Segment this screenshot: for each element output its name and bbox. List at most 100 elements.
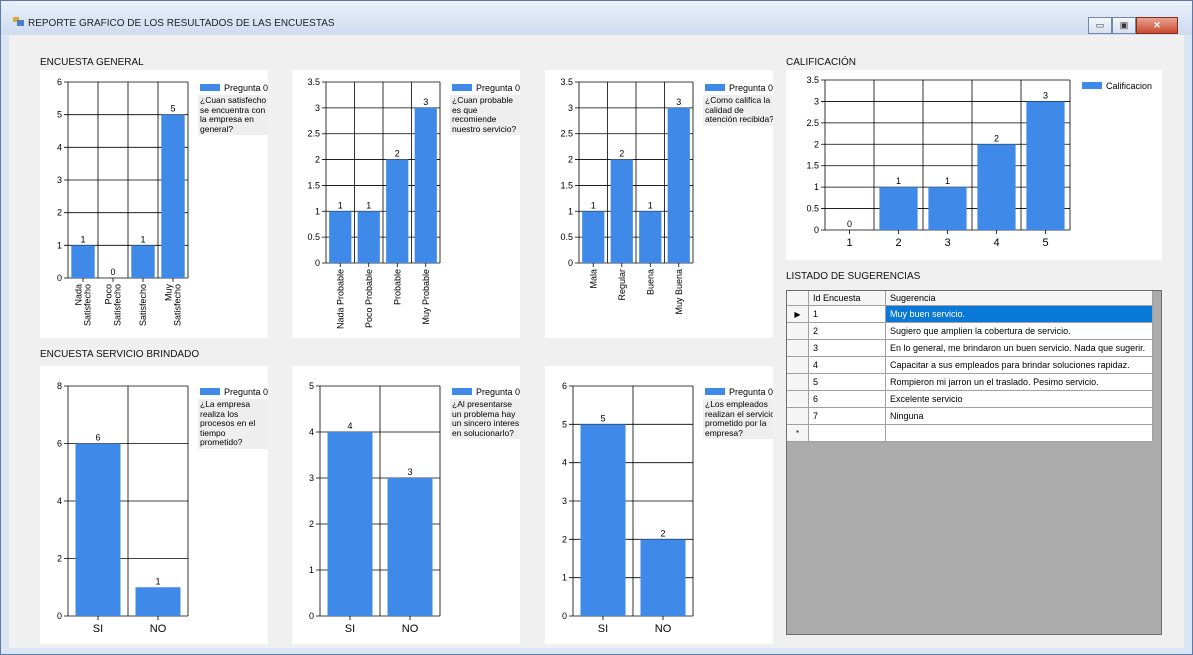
table-row[interactable]: 2 Sugiero que amplien la cobertura de se…	[787, 322, 1153, 340]
bar	[928, 187, 967, 230]
data-label: 0	[847, 219, 852, 229]
y-tick-label: 2	[568, 155, 573, 165]
y-tick-label: 3	[568, 103, 573, 113]
main-window: REPORTE GRAFICO DE LOS RESULTADOS DE LAS…	[0, 0, 1193, 655]
data-label: 1	[648, 200, 653, 210]
cell-id[interactable]: 3	[808, 339, 886, 357]
cell-id[interactable]: 7	[808, 407, 886, 425]
table-row[interactable]: 5 Rompieron mi jarron un el traslado. Pe…	[787, 373, 1153, 391]
bar	[135, 587, 181, 616]
data-label: 6	[95, 433, 100, 443]
row-header-new[interactable]: *	[787, 424, 809, 442]
legend-swatch	[452, 388, 472, 395]
new-row[interactable]: *	[787, 424, 1153, 442]
app-icon	[13, 17, 24, 26]
y-tick-label: 2	[562, 534, 567, 544]
row-header[interactable]	[787, 356, 809, 374]
y-tick-label: 0.5	[307, 232, 320, 242]
x-tick-label: NO	[402, 623, 419, 635]
bar	[582, 211, 605, 263]
legend-label: Pregunta 04	[224, 387, 268, 397]
chart-p03: 0 0.5 1 1.5 2 2.5 3 3.5 1 Mala 2 Regular 1 Buena 3 Muy …	[545, 70, 773, 338]
cell-sugerencia[interactable]: Capacitar a sus empleados para brindar s…	[885, 356, 1153, 374]
cell-sugerencia[interactable]: Excelente servicio	[885, 390, 1153, 408]
title-bar[interactable]: REPORTE GRAFICO DE LOS RESULTADOS DE LAS…	[1, 1, 1192, 35]
y-tick-label: 4	[57, 142, 62, 152]
data-label: 3	[407, 467, 412, 477]
x-tick-label: Poco Probable	[364, 269, 374, 328]
data-label: 1	[896, 176, 901, 186]
chart-question: ¿Los empleados realizan el servicio prom…	[703, 399, 773, 439]
y-tick-label: 1	[309, 565, 314, 575]
y-tick-label: 5	[562, 419, 567, 429]
table-row[interactable]: 3 En lo general, me brindaron un buen se…	[787, 339, 1153, 357]
chart-question: ¿Como califica la calidad de atención re…	[703, 95, 773, 126]
y-tick-label: 3	[315, 103, 320, 113]
y-tick-label: 1	[315, 206, 320, 216]
legend-swatch	[705, 388, 725, 395]
section-sugerencias: LISTADO DE SUGERENCIAS	[786, 271, 921, 282]
cell-id[interactable]: 2	[808, 322, 886, 340]
row-header[interactable]	[787, 339, 809, 357]
row-header[interactable]	[787, 322, 809, 340]
y-tick-label: 0	[315, 258, 320, 268]
column-header-sugerencia[interactable]: Sugerencia	[885, 291, 1153, 306]
y-tick-label: 2.5	[307, 129, 320, 139]
table-row[interactable]: ▶ 1 Muy buen servicio.	[787, 305, 1153, 323]
suggestions-grid[interactable]: Id Encuesta Sugerencia ▶ 1 Muy buen serv…	[786, 290, 1162, 635]
cell-id[interactable]: 1	[808, 305, 886, 323]
row-header[interactable]	[787, 407, 809, 425]
x-tick-label: 1	[846, 237, 852, 249]
data-label: 1	[338, 200, 343, 210]
y-tick-label: 6	[57, 77, 62, 87]
data-label: 3	[1043, 90, 1048, 100]
column-header-id[interactable]: Id Encuesta	[808, 291, 886, 306]
bar	[131, 245, 155, 278]
cell-sugerencia[interactable]: Sugiero que amplien la cobertura de serv…	[885, 322, 1153, 340]
bar	[75, 443, 121, 616]
cell-sugerencia[interactable]: En lo general, me brindaron un buen serv…	[885, 339, 1153, 357]
x-tick-label: Probable	[392, 269, 402, 305]
y-tick-label: 0	[568, 258, 573, 268]
y-tick-label: 0	[57, 273, 62, 283]
row-header-current[interactable]: ▶	[787, 305, 809, 323]
data-label: 1	[591, 200, 596, 210]
bar	[667, 107, 690, 263]
close-button[interactable]: ✕	[1136, 17, 1178, 34]
bar	[387, 478, 433, 616]
grid-header-row: Id Encuesta Sugerencia	[787, 291, 1153, 306]
y-tick-label: 0	[309, 611, 314, 621]
cell-id-new[interactable]	[808, 424, 886, 442]
chart-p06: 0 1 2 3 4 5 6 5 SI 2 NO Pregunta 06 ¿Los empleados r…	[545, 366, 773, 644]
row-header[interactable]	[787, 390, 809, 408]
section-encuesta-servicio: ENCUESTA SERVICIO BRINDADO	[40, 349, 200, 360]
table-row[interactable]: 4 Capacitar a sus empleados para brindar…	[787, 356, 1153, 374]
cell-sugerencia-new[interactable]	[885, 424, 1153, 442]
bar	[639, 211, 662, 263]
cell-sugerencia[interactable]: Ninguna	[885, 407, 1153, 425]
y-tick-label: 3.5	[806, 75, 819, 85]
maximize-button[interactable]: ▣	[1112, 17, 1136, 34]
minimize-button[interactable]: ▭	[1088, 17, 1112, 34]
y-tick-label: 6	[562, 381, 567, 391]
cell-sugerencia[interactable]: Rompieron mi jarron un el traslado. Pesi…	[885, 373, 1153, 391]
data-label: 1	[80, 234, 85, 244]
y-tick-label: 0	[562, 611, 567, 621]
cell-id[interactable]: 6	[808, 390, 886, 408]
data-label: 2	[395, 149, 400, 159]
cell-id[interactable]: 4	[808, 356, 886, 374]
y-tick-label: 1.5	[307, 180, 320, 190]
x-tick-label: 4	[993, 237, 999, 249]
cell-id[interactable]: 5	[808, 373, 886, 391]
bar	[977, 144, 1016, 230]
legend-label: Pregunta 06	[729, 387, 773, 397]
legend-label: Pregunta 02	[476, 83, 520, 93]
bar	[71, 245, 95, 278]
row-header[interactable]	[787, 373, 809, 391]
table-row[interactable]: 7 Ninguna	[787, 407, 1153, 425]
y-tick-label: 2.5	[806, 118, 819, 128]
cell-sugerencia[interactable]: Muy buen servicio.	[885, 305, 1153, 323]
data-label: 5	[600, 413, 605, 423]
table-row[interactable]: 6 Excelente servicio	[787, 390, 1153, 408]
y-tick-label: 1	[57, 240, 62, 250]
